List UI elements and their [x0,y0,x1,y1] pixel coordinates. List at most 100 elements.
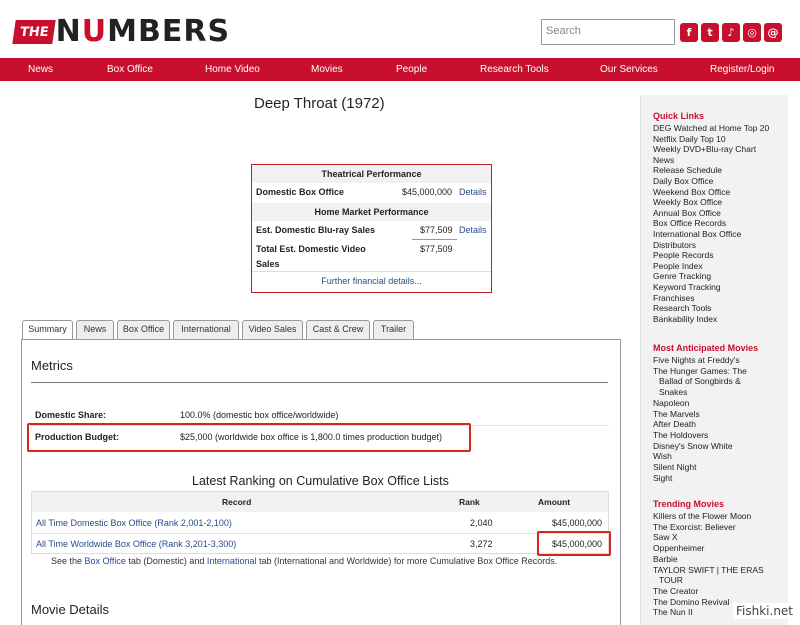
sidebar-link[interactable]: Killers of the Flower Moon [653,511,751,521]
tab-international[interactable]: International [173,320,239,339]
sidebar-link[interactable]: TOUR [659,575,683,585]
value-rule [412,239,457,240]
sidebar-link[interactable]: After Death [653,419,696,429]
ranking-table: Record Rank Amount All Time Domestic Box… [31,491,609,554]
tiktok-icon[interactable]: ♪ [722,23,740,42]
sidebar: Quick Links DEG Watched at Home Top 20 Ne… [640,95,788,625]
main-nav: News Box Office Home Video Movies People… [0,58,800,81]
metrics-heading: Metrics [31,358,73,373]
social-links: f t ♪ ◎ @ [680,23,782,42]
ranking-row-rank: 2,040 [470,518,493,528]
trending-heading: Trending Movies [653,499,725,509]
sidebar-link[interactable]: International Box Office [653,229,741,239]
nav-movies[interactable]: Movies [311,64,343,75]
movie-details-heading: Movie Details [31,602,110,617]
sidebar-link[interactable]: Barbie [653,554,678,564]
sidebar-link[interactable]: Annual Box Office [653,208,721,218]
sidebar-link[interactable]: Weekend Box Office [653,187,730,197]
sidebar-link[interactable]: The Exorcist: Believer [653,522,736,532]
domestic-details-link[interactable]: Details [459,187,487,197]
sidebar-link[interactable]: People Records [653,250,713,260]
tab-box-office[interactable]: Box Office [117,320,170,339]
tab-news[interactable]: News [76,320,114,339]
sidebar-link[interactable]: Research Tools [653,303,711,313]
bluray-sales-label: Est. Domestic Blu-ray Sales [256,225,376,235]
twitter-icon[interactable]: t [701,23,719,42]
site-logo[interactable]: THE NUMBERS [12,14,231,49]
sidebar-link[interactable]: Sight [653,473,672,483]
budget-highlight [27,423,471,452]
sidebar-link[interactable]: The Hunger Games: The [653,366,747,376]
nav-research-tools[interactable]: Research Tools [480,64,549,75]
col-record: Record [222,497,252,507]
nav-home-video[interactable]: Home Video [205,64,260,75]
tab-video-sales[interactable]: Video Sales [242,320,303,339]
col-rank: Rank [459,497,480,507]
sidebar-link[interactable]: Snakes [659,387,687,397]
sidebar-link[interactable]: Genre Tracking [653,271,711,281]
nav-register-login[interactable]: Register/Login [710,64,774,75]
sidebar-link[interactable]: Distributors [653,240,696,250]
home-market-header: Home Market Performance [252,203,491,221]
tab-summary[interactable]: Summary [22,320,73,340]
anticipated-heading: Most Anticipated Movies [653,343,759,353]
threads-icon[interactable]: @ [764,23,782,42]
sidebar-link[interactable]: Oppenheimer [653,543,705,553]
sidebar-link[interactable]: Bankability Index [653,314,717,324]
further-details-link[interactable]: Further financial details... [252,276,491,286]
sidebar-link[interactable]: Weekly DVD+Blu-ray Chart [653,144,756,154]
sidebar-link[interactable]: TAYLOR SWIFT | THE ERAS [653,565,764,575]
ranking-header-row: Record Rank Amount [32,492,608,512]
search-input[interactable]: Search [541,19,675,45]
sidebar-link[interactable]: The Nun II [653,607,693,617]
video-sales-label-line2: Sales [256,259,280,269]
tab-cast-crew[interactable]: Cast & Crew [306,320,370,339]
sidebar-link[interactable]: Release Schedule [653,165,722,175]
sidebar-link[interactable]: Keyword Tracking [653,282,721,292]
ranking-row-amount: $45,000,000 [552,518,603,528]
quick-links-heading: Quick Links [653,111,705,121]
theatrical-header: Theatrical Performance [252,165,491,183]
ranking-row-record-link[interactable]: All Time Domestic Box Office (Rank 2,001… [36,518,232,528]
facebook-icon[interactable]: f [680,23,698,42]
nav-news[interactable]: News [28,64,53,75]
ranking-heading: Latest Ranking on Cumulative Box Office … [192,474,449,488]
footer-divider [252,271,491,272]
metrics-divider [31,382,608,383]
sidebar-link[interactable]: The Holdovers [653,430,708,440]
nav-people[interactable]: People [396,64,427,75]
sidebar-link[interactable]: DEG Watched at Home Top 20 [653,123,769,133]
ranking-row-record-link[interactable]: All Time Worldwide Box Office (Rank 3,20… [36,539,236,549]
financial-summary: Theatrical Performance Domestic Box Offi… [251,164,492,293]
instagram-icon[interactable]: ◎ [743,23,761,42]
sidebar-link[interactable]: Ballad of Songbirds & [659,376,741,386]
sidebar-link[interactable]: The Marvels [653,409,700,419]
sidebar-link[interactable]: Weekly Box Office [653,197,722,207]
tab-trailer[interactable]: Trailer [373,320,414,339]
logo-numbers: NUMBERS [55,14,231,49]
ranking-row-rank: 3,272 [470,539,493,549]
site-header: THE NUMBERS Search f t ♪ ◎ @ [0,0,800,58]
sidebar-link[interactable]: The Domino Revival [653,597,730,607]
nav-our-services[interactable]: Our Services [600,64,658,75]
sidebar-link[interactable]: Silent Night [653,462,696,472]
bluray-details-link[interactable]: Details [459,225,487,235]
note-international-link[interactable]: International [207,556,257,566]
sidebar-link[interactable]: Daily Box Office [653,176,713,186]
sidebar-link[interactable]: Netflix Daily Top 10 [653,134,726,144]
sidebar-link[interactable]: Disney's Snow White [653,441,733,451]
ranking-row-divider [32,533,608,534]
sidebar-link[interactable]: People Index [653,261,703,271]
page-title: Deep Throat (1972) [254,95,385,112]
sidebar-link[interactable]: Five Nights at Freddy's [653,355,740,365]
sidebar-link[interactable]: The Creator [653,586,698,596]
sidebar-link[interactable]: Wish [653,451,672,461]
sidebar-link[interactable]: Napoleon [653,398,689,408]
domestic-box-office-value: $45,000,000 [402,187,453,197]
sidebar-link[interactable]: Box Office Records [653,218,726,228]
note-box-office-link[interactable]: Box Office [85,556,126,566]
nav-box-office[interactable]: Box Office [107,64,153,75]
sidebar-link[interactable]: Saw X [653,532,678,542]
sidebar-link[interactable]: Franchises [653,293,695,303]
sidebar-link[interactable]: News [653,155,674,165]
